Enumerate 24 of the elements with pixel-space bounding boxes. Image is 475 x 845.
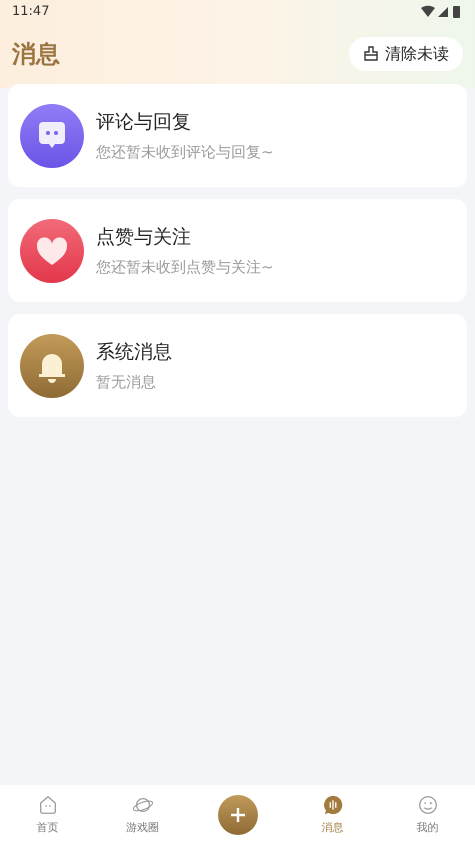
card-subtitle: 暂无消息 xyxy=(96,372,157,392)
card-title: 点赞与关注 xyxy=(96,225,192,250)
plus-icon xyxy=(228,806,246,824)
nav-tab[interactable]: 首页 xyxy=(0,794,95,836)
page-title: 消息 xyxy=(12,39,60,70)
bell-icon xyxy=(20,334,84,398)
status-icons xyxy=(421,5,463,19)
add-button[interactable] xyxy=(218,795,258,835)
card-title: 系统消息 xyxy=(96,340,172,365)
card-subtitle: 您还暂未收到点赞与关注~ xyxy=(96,256,274,278)
broom-icon xyxy=(363,46,379,62)
card-subtitle: 您还暂未收到评论与回复~ xyxy=(96,142,274,162)
clear-unread-button[interactable]: 清除未读 xyxy=(349,37,463,71)
status-time: 11:47 xyxy=(12,3,50,22)
card-title: 评论与回复 xyxy=(96,110,192,135)
nav-tab[interactable]: 游戏圈 xyxy=(95,794,190,836)
nav-tab[interactable]: 我的 xyxy=(380,794,475,836)
message-card[interactable]: 评论与回复 您还暂未收到评论与回复~ xyxy=(8,84,467,187)
chat-bubble-icon xyxy=(20,104,84,168)
chat-bubble-icon xyxy=(322,794,344,816)
message-card[interactable]: 点赞与关注 您还暂未收到点赞与关注~ xyxy=(8,199,467,302)
smiley-face-icon xyxy=(416,794,438,816)
nav-tab[interactable]: 消息 xyxy=(285,794,380,836)
message-card[interactable]: 系统消息 暂无消息 xyxy=(8,314,467,417)
